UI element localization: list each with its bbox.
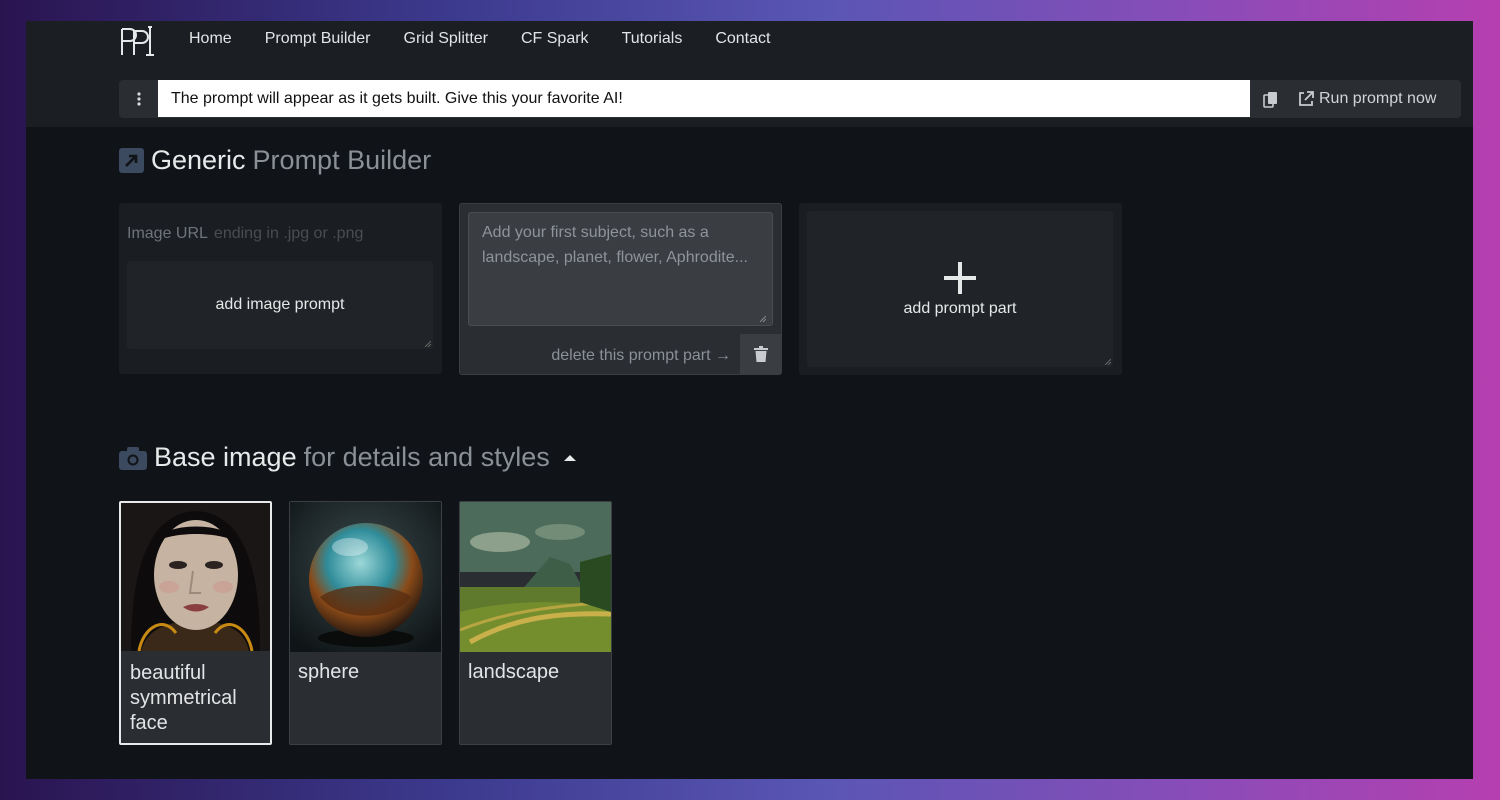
- base-image-option-label: beautiful symmetrical face: [130, 662, 237, 734]
- nav-grid-splitter[interactable]: Grid Splitter: [404, 30, 488, 48]
- nav-home[interactable]: Home: [189, 30, 232, 48]
- builder-heading: Generic Prompt Builder: [119, 145, 431, 176]
- copy-icon: [1263, 91, 1277, 108]
- image-prompt-label: add image prompt: [215, 296, 345, 313]
- run-prompt-button[interactable]: Run prompt now: [1297, 80, 1436, 118]
- builder-title-muted: Prompt Builder: [252, 145, 432, 175]
- landscape-thumbnail-image: [460, 502, 611, 652]
- builder-title-strong: Generic: [151, 145, 246, 175]
- base-image-heading[interactable]: Base image for details and styles: [119, 442, 576, 473]
- image-url-label: Image URL: [127, 225, 208, 242]
- base-image-option-label: landscape: [468, 661, 560, 683]
- app-window: Home Prompt Builder Grid Splitter CF Spa…: [26, 21, 1473, 779]
- nav-prompt-builder[interactable]: Prompt Builder: [265, 30, 371, 48]
- image-prompt-card: Image URL ending in .jpg or .png add imag…: [119, 203, 442, 374]
- delete-prompt-part-button[interactable]: [740, 334, 781, 374]
- external-link-icon: [1299, 91, 1314, 106]
- nav-cf-spark[interactable]: CF Spark: [521, 30, 589, 48]
- copy-prompt-button[interactable]: [1250, 80, 1291, 118]
- main-nav: Home Prompt Builder Grid Splitter CF Spa…: [189, 30, 803, 48]
- top-navbar: Home Prompt Builder Grid Splitter CF Spa…: [26, 21, 1473, 127]
- caret-up-icon: [563, 454, 576, 461]
- image-prompt-textarea[interactable]: add image prompt: [127, 261, 433, 349]
- nav-tutorials[interactable]: Tutorials: [622, 30, 683, 48]
- site-logo[interactable]: [118, 23, 158, 57]
- run-prompt-label: Run prompt now: [1319, 90, 1437, 107]
- image-url-field[interactable]: Image URL ending in .jpg or .png: [127, 225, 363, 243]
- resize-handle-icon[interactable]: [759, 315, 766, 322]
- base-image-title-strong: Base image: [154, 442, 297, 472]
- resize-handle-icon[interactable]: [1104, 358, 1111, 365]
- face-thumbnail-image: [121, 503, 270, 651]
- prompt-output-field[interactable]: The prompt will appear as it gets built.…: [158, 80, 1250, 117]
- base-image-option-landscape[interactable]: landscape: [459, 501, 612, 745]
- prompt-output-bar: The prompt will appear as it gets built.…: [119, 80, 1461, 118]
- sphere-thumbnail-image: [290, 502, 441, 652]
- resize-handle-icon[interactable]: [424, 340, 431, 347]
- add-prompt-part-button[interactable]: add prompt part: [807, 211, 1113, 367]
- plus-icon: [944, 262, 976, 294]
- more-options-button[interactable]: [119, 80, 158, 118]
- image-url-placeholder: ending in .jpg or .png: [213, 225, 364, 242]
- base-image-title-muted: for details and styles: [303, 442, 550, 472]
- base-image-option-label: sphere: [298, 661, 360, 683]
- nav-contact[interactable]: Contact: [715, 30, 770, 48]
- add-prompt-part-card: add prompt part: [799, 203, 1122, 375]
- camera-icon: [119, 446, 147, 470]
- kebab-menu-icon: [136, 92, 141, 106]
- subject-textarea[interactable]: Add your first subject, such as a landsc…: [468, 212, 773, 326]
- trash-icon: [753, 346, 768, 362]
- base-image-option-face[interactable]: beautiful symmetrical face: [119, 501, 272, 745]
- add-prompt-part-label: add prompt part: [903, 300, 1017, 317]
- delete-prompt-part-label: delete this prompt part →: [551, 347, 731, 364]
- prompt-part-card: Add your first subject, such as a landsc…: [459, 203, 782, 375]
- base-image-option-sphere[interactable]: sphere: [289, 501, 442, 745]
- arrow-up-right-square-icon: [119, 148, 144, 173]
